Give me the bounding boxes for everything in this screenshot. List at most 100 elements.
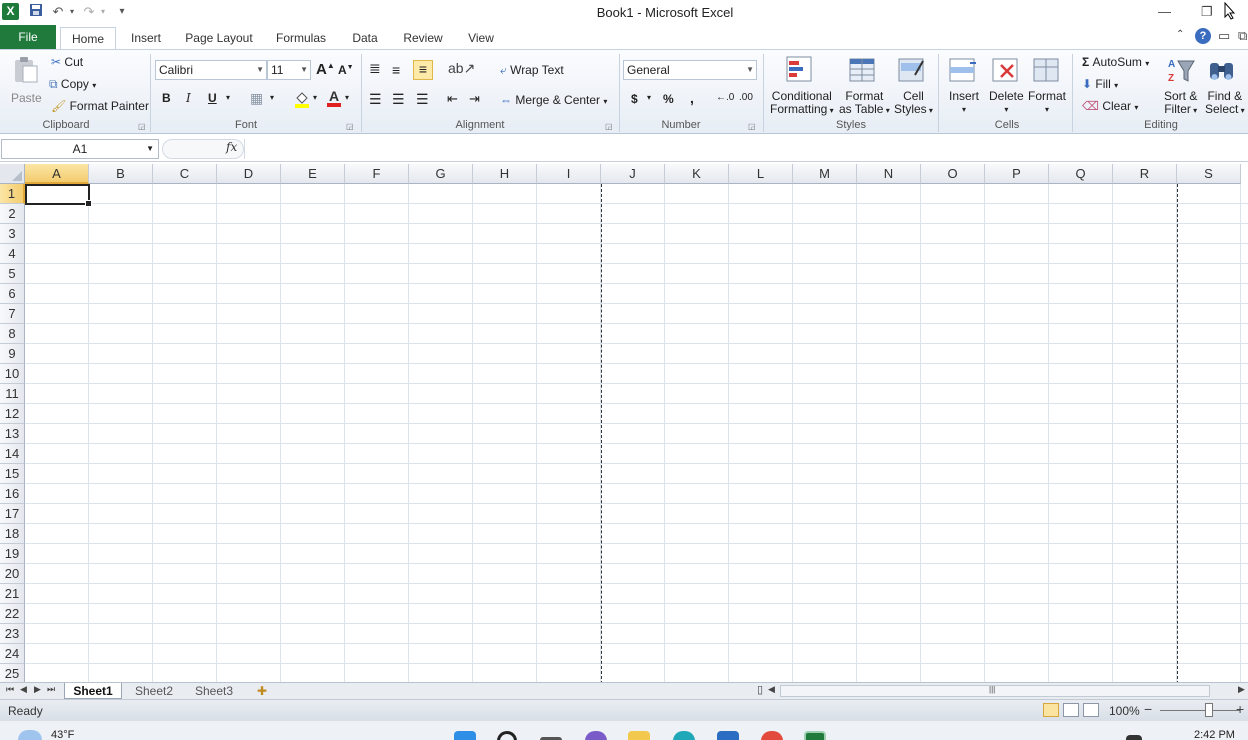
column-header-b[interactable]: B [89,164,153,184]
grow-font-button[interactable]: A▲ [316,61,335,78]
restore-icon[interactable]: ❐ [1201,4,1213,20]
first-sheet-icon[interactable]: ⏮ [6,684,14,695]
tab-data[interactable]: Data [344,27,386,49]
paste-icon[interactable] [9,54,41,86]
row-header-15[interactable]: 15 [0,464,25,484]
insert-button[interactable]: Insert ▾ [949,90,979,116]
redo-icon[interactable]: ↷ [81,3,97,21]
worksheet-grid[interactable]: ABCDEFGHIJKLMNOPQRS 1 2 3 4 5 6 7 8 9 10 11 12 13 14 1… [0,164,1248,682]
row-header-25[interactable]: 25 [0,664,25,682]
column-header-d[interactable]: D [217,164,281,184]
merge-center-button[interactable]: ⇔ Merge & Center ▾ [500,92,607,110]
fill-button[interactable]: ⬇ Fill ▾ [1082,76,1118,94]
redo-dropdown-icon[interactable]: ▾ [98,3,108,21]
delete-cells-icon[interactable] [991,55,1023,87]
paste-button[interactable]: Paste [11,91,42,105]
page-break-view-icon[interactable] [1083,703,1099,717]
bottom-align-icon[interactable]: ≡ [413,60,433,80]
minimize-icon[interactable]: — [1158,4,1171,19]
row-header-19[interactable]: 19 [0,544,25,564]
italic-button[interactable]: I [186,91,191,105]
bold-button[interactable]: B [162,91,171,105]
file-explorer-icon[interactable] [628,731,650,740]
insert-cells-icon[interactable] [948,55,980,87]
undo-icon[interactable]: ↶ [50,3,66,21]
fill-color-icon[interactable] [294,90,310,111]
fill-color-dropdown-icon[interactable]: ▾ [313,93,317,102]
chrome-icon[interactable] [761,731,783,740]
conditional-formatting-button[interactable]: Conditional Formatting ▾ [770,90,834,117]
clear-button[interactable]: ⌫ Clear ▾ [1082,98,1138,116]
insert-function-icon[interactable]: fx [226,140,237,154]
start-menu-icon[interactable] [454,731,476,740]
currency-button[interactable]: $ [631,92,638,106]
normal-view-icon[interactable] [1043,703,1059,717]
tab-split-handle[interactable]: ▯ [757,683,763,696]
column-header-c[interactable]: C [153,164,217,184]
row-header-22[interactable]: 22 [0,604,25,624]
borders-icon[interactable]: ▦ [250,90,263,107]
zoom-slider-thumb[interactable] [1205,703,1213,717]
insert-sheet-icon[interactable]: ✚ [250,683,274,699]
column-header-q[interactable]: Q [1049,164,1113,184]
cut-button[interactable]: ✂ Cut [51,54,83,70]
orientation-icon[interactable]: ab↗ [448,60,475,77]
row-header-5[interactable]: 5 [0,264,25,284]
row-header-4[interactable]: 4 [0,244,25,264]
underline-button[interactable]: U [208,91,217,105]
conditional-formatting-icon[interactable] [785,55,817,87]
row-header-7[interactable]: 7 [0,304,25,324]
weather-temperature[interactable]: 43°F [51,729,74,740]
increase-indent-icon[interactable]: ⇥ [469,91,480,107]
row-header-3[interactable]: 3 [0,224,25,244]
column-header-f[interactable]: F [345,164,409,184]
row-header-16[interactable]: 16 [0,484,25,504]
workbook-restore-icon[interactable]: ⧉ [1238,28,1247,44]
align-right-icon[interactable]: ☰ [416,91,429,108]
row-header-17[interactable]: 17 [0,504,25,524]
column-header-j[interactable]: J [601,164,665,184]
undo-dropdown-icon[interactable]: ▾ [67,3,77,21]
align-left-icon[interactable]: ☰ [369,91,382,108]
active-cell-a1[interactable] [25,184,92,207]
middle-align-icon[interactable]: ≡ [392,62,400,78]
align-center-icon[interactable]: ☰ [392,91,405,108]
font-color-dropdown-icon[interactable]: ▾ [345,93,349,102]
system-tray-icon[interactable] [1126,735,1142,740]
shrink-font-button[interactable]: A▼ [338,63,354,77]
percent-button[interactable]: % [663,92,674,106]
excel-taskbar-icon[interactable] [804,731,826,740]
alignment-dialog-launcher-icon[interactable]: ◲ [605,122,613,131]
borders-dropdown-icon[interactable]: ▾ [270,93,274,102]
font-color-icon[interactable]: A [326,88,342,111]
column-header-g[interactable]: G [409,164,473,184]
row-header-24[interactable]: 24 [0,644,25,664]
format-cells-icon[interactable] [1032,55,1064,87]
column-header-l[interactable]: L [729,164,793,184]
excel-logo-icon[interactable]: X [2,3,19,20]
number-dialog-launcher-icon[interactable]: ◲ [748,122,756,131]
font-size-combo[interactable]: 11 ▼ [267,60,311,80]
column-header-m[interactable]: M [793,164,857,184]
decrease-decimal-button[interactable]: .00 [739,92,753,103]
row-header-10[interactable]: 10 [0,364,25,384]
zoom-out-button[interactable]: − [1144,701,1152,717]
workbook-minimize-icon[interactable]: ▭ [1218,28,1230,44]
scroll-right-icon[interactable]: ▶ [1238,684,1245,695]
row-header-11[interactable]: 11 [0,384,25,404]
format-as-table-icon[interactable] [848,55,880,87]
name-box[interactable]: A1 ▼ [1,139,159,159]
font-dialog-launcher-icon[interactable]: ◲ [346,122,354,131]
tab-home[interactable]: Home [60,27,116,49]
binoculars-icon[interactable] [1207,55,1239,87]
sheet-tab-sheet1[interactable]: Sheet1 [64,683,122,699]
format-painter-button[interactable]: 🖌 Format Painter [51,98,149,114]
column-header-n[interactable]: N [857,164,921,184]
teams-icon[interactable] [585,731,607,740]
row-header-18[interactable]: 18 [0,524,25,544]
format-as-table-button[interactable]: Format as Table ▾ [839,90,890,117]
scroll-left-icon[interactable]: ◀ [768,684,775,695]
page-layout-view-icon[interactable] [1063,703,1079,717]
tab-page-layout[interactable]: Page Layout [180,27,258,49]
prev-sheet-icon[interactable]: ◀ [20,684,27,695]
